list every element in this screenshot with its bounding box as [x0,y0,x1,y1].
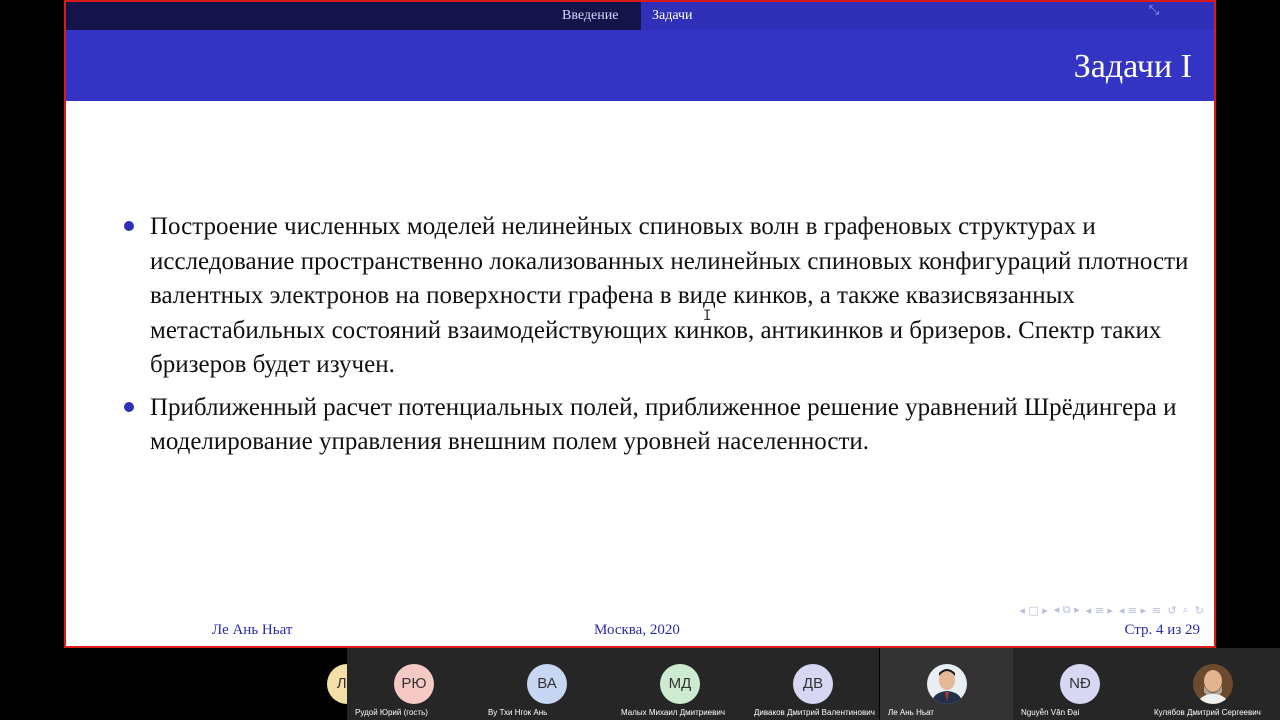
participant-tile-active-speaker[interactable]: Ле Ань Ньат [880,648,1013,720]
bullet-text: Построение численных моделей нелинейных … [150,213,1189,378]
footer-author: Ле Ань Ньат [212,622,293,638]
avatar: NĐ [1060,664,1100,704]
avatar: РЮ [394,664,434,704]
participant-tile[interactable]: ВА Ву Тхи Нгок Ань [480,648,613,720]
participant-tile[interactable]: NĐ Nguyễn Văn Đại [1013,648,1146,720]
participant-name: Ле Ань Ньат [888,708,934,717]
frame-title: Задачи I [1073,48,1192,85]
slide-content: Построение численных моделей нелинейных … [122,210,1192,468]
nav-section-intro[interactable]: Введение [562,8,618,24]
participant-name: Рудой Юрий (гость) [355,708,428,717]
participant-name: Nguyễn Văn Đại [1021,708,1080,717]
participants-strip: ЛП РЮ Рудой Юрий (гость) ВА Ву Тхи Нгок … [0,648,1280,720]
participant-photo-avatar [1193,664,1233,704]
compress-arrows-icon[interactable]: ⤡ [1144,3,1164,21]
participant-name: Ву Тхи Нгок Ань [488,708,548,717]
frame-title-bar: Задачи I [66,30,1214,101]
participant-tile[interactable]: Кулябов Дмитрий Сергеевич [1146,648,1280,720]
participant-tile[interactable]: МД Малых Михаил Дмитриевич [613,648,746,720]
participant-name: Кулябов Дмитрий Сергеевич [1154,708,1261,717]
bullet-item: Приближенный расчет потенциальных полей,… [122,391,1192,460]
participant-name: Диваков Дмитрий Валентинович [754,708,875,717]
presentation-slide: Введение Задачи ⤡ Задачи I Построение чи… [64,0,1216,648]
bullet-dot-icon [124,401,134,412]
avatar: МД [660,664,700,704]
section-navigation-bar: Введение Задачи ⤡ [66,2,1214,30]
participant-tile[interactable]: РЮ Рудой Юрий (гость) [347,648,480,720]
nav-bar-active-region [641,2,1214,30]
avatar: ДВ [793,664,833,704]
bullet-dot-icon [124,221,134,231]
slide-footer: Ле Ань Ньат Москва, 2020 Стр. 4 из 29 [66,612,1214,646]
bullet-text: Приближенный расчет потенциальных полей,… [150,393,1177,456]
footer-location: Москва, 2020 [594,622,680,638]
participant-photo-avatar [927,664,967,704]
footer-page-number: Стр. 4 из 29 [1124,622,1201,638]
participant-name: Малых Михаил Дмитриевич [621,708,725,717]
avatar: ВА [527,664,567,704]
bullet-item: Построение численных моделей нелинейных … [122,210,1192,383]
nav-section-tasks[interactable]: Задачи [652,8,693,24]
participant-tile[interactable]: ДВ Диваков Дмитрий Валентинович [746,648,879,720]
text-cursor-icon: I [703,308,712,324]
